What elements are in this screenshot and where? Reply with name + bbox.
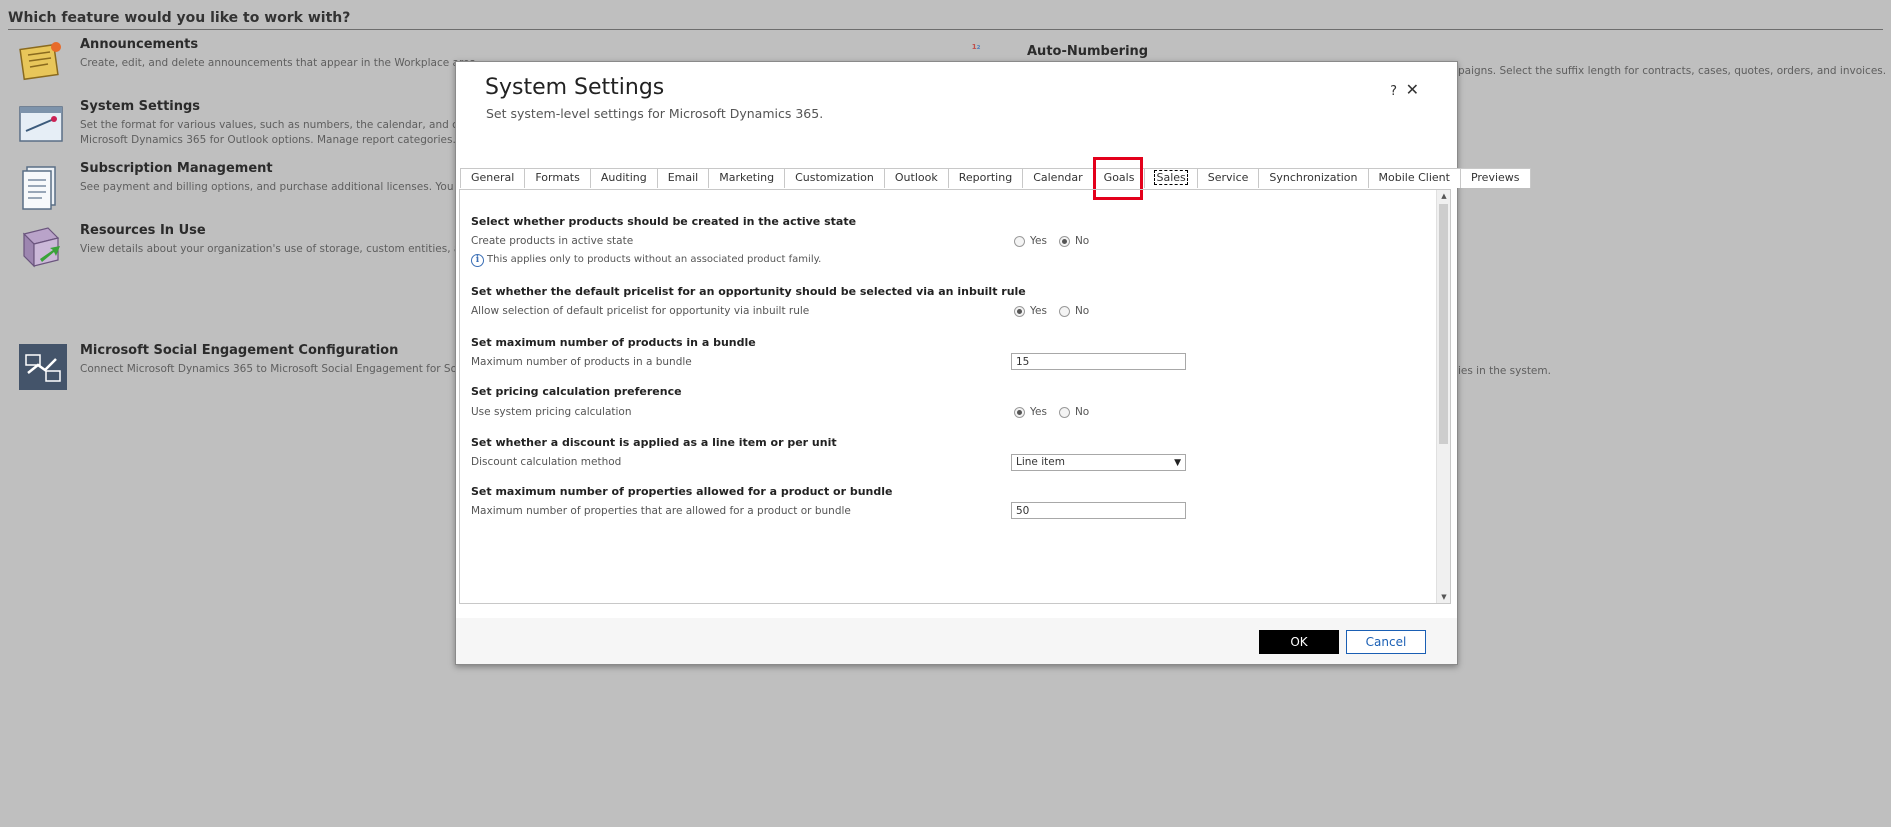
document-icon <box>22 166 56 210</box>
auto-numbering-icon: 1 2 <box>972 42 981 51</box>
scroll-down-icon[interactable]: ▼ <box>1437 591 1450 603</box>
field-label: Maximum number of products in a bundle <box>471 356 692 368</box>
section-heading: Set whether the default pricelist for an… <box>471 285 1026 298</box>
default-pricelist-no-radio[interactable]: No <box>1058 305 1089 317</box>
section-heading: Set maximum number of products in a bund… <box>471 336 756 349</box>
svg-text:2: 2 <box>977 45 981 51</box>
discount-method-select[interactable]: Line item ▼ <box>1011 454 1186 471</box>
products-active-no-radio[interactable]: No <box>1058 235 1089 247</box>
feature-description: Connect Microsoft Dynamics 365 to Micros… <box>80 363 482 375</box>
section-heading: Set pricing calculation preference <box>471 385 682 398</box>
social-engagement-icon <box>19 344 67 390</box>
tab-auditing[interactable]: Auditing <box>589 168 658 188</box>
products-active-yes-radio[interactable]: Yes <box>1014 235 1047 247</box>
tab-sales[interactable]: Sales <box>1144 168 1198 188</box>
tab-reporting[interactable]: Reporting <box>947 168 1024 188</box>
feature-description: Set the format for various values, such … <box>80 119 486 146</box>
tab-customization[interactable]: Customization <box>784 168 885 188</box>
dialog-subtitle: Set system-level settings for Microsoft … <box>486 106 824 121</box>
field-label: Create products in active state <box>471 235 634 247</box>
field-label: Use system pricing calculation <box>471 406 632 418</box>
field-label: Maximum number of properties that are al… <box>471 505 851 517</box>
pricing-yes-radio[interactable]: Yes <box>1014 406 1047 418</box>
dropdown-arrow-icon: ▼ <box>1174 458 1181 468</box>
tab-marketing[interactable]: Marketing <box>708 168 786 188</box>
feature-title: Microsoft Social Engagement Configuratio… <box>80 343 399 358</box>
info-icon: i <box>471 254 484 267</box>
products-active-radio-group: Yes No <box>1014 235 1101 247</box>
close-icon[interactable]: ✕ <box>1406 80 1419 99</box>
feature-description: View details about your organization's u… <box>80 243 486 255</box>
feature-title: Auto-Numbering <box>1027 44 1149 59</box>
sales-settings-panel: Select whether products should be create… <box>459 189 1451 604</box>
tab-formats[interactable]: Formats <box>524 168 591 188</box>
properties-max-input[interactable] <box>1011 502 1186 519</box>
resources-icon <box>22 227 60 268</box>
help-icon[interactable]: ? <box>1390 84 1397 99</box>
tab-outlook[interactable]: Outlook <box>883 168 949 188</box>
scroll-up-icon[interactable]: ▲ <box>1437 190 1450 202</box>
dialog-title: System Settings <box>485 75 665 100</box>
section-heading: Select whether products should be create… <box>471 215 857 228</box>
pricing-radio-group: Yes No <box>1014 406 1101 418</box>
feature-title: Subscription Management <box>80 161 273 176</box>
pricing-no-radio[interactable]: No <box>1058 406 1089 418</box>
tab-general[interactable]: General <box>460 168 526 188</box>
cancel-button[interactable]: Cancel <box>1346 630 1426 654</box>
field-label: Discount calculation method <box>471 456 622 468</box>
default-pricelist-yes-radio[interactable]: Yes <box>1014 305 1047 317</box>
tab-calendar[interactable]: Calendar <box>1022 168 1094 188</box>
content-scrollbar[interactable]: ▲ ▼ <box>1436 190 1450 603</box>
svg-text:1: 1 <box>972 42 977 51</box>
system-settings-dialog: System Settings Set system-level setting… <box>455 61 1531 665</box>
tab-service[interactable]: Service <box>1196 168 1260 188</box>
announcement-icon <box>19 42 61 81</box>
feature-title: Announcements <box>80 37 199 52</box>
default-pricelist-radio-group: Yes No <box>1014 305 1101 317</box>
tab-mobile-client[interactable]: Mobile Client <box>1367 168 1461 188</box>
settings-tabs: General Formats Auditing Email Marketing… <box>460 168 1531 188</box>
ok-button[interactable]: OK <box>1259 630 1339 654</box>
feature-description: See payment and billing options, and pur… <box>80 181 484 193</box>
feature-title: System Settings <box>80 99 201 114</box>
feature-title: Resources In Use <box>80 223 206 238</box>
tab-synchronization[interactable]: Synchronization <box>1258 168 1369 188</box>
page-header: Which feature would you like to work wit… <box>8 10 1883 30</box>
feature-description: Create, edit, and delete announcements t… <box>80 57 480 69</box>
scrollbar-thumb[interactable] <box>1439 204 1448 444</box>
tab-goals[interactable]: Goals <box>1092 168 1146 188</box>
social-engagement-description-tail: ies in the system. <box>1458 365 1551 377</box>
auto-numbering-description: paigns. Select the suffix length for con… <box>1458 65 1887 77</box>
section-heading: Set whether a discount is applied as a l… <box>471 436 837 449</box>
info-note: i This applies only to products without a… <box>471 254 821 267</box>
section-heading: Set maximum number of properties allowed… <box>471 485 893 498</box>
settings-window-icon <box>19 106 63 142</box>
tab-previews[interactable]: Previews <box>1459 168 1531 188</box>
bundle-max-input[interactable] <box>1011 353 1186 370</box>
tab-email[interactable]: Email <box>656 168 710 188</box>
field-label: Allow selection of default pricelist for… <box>471 305 810 317</box>
